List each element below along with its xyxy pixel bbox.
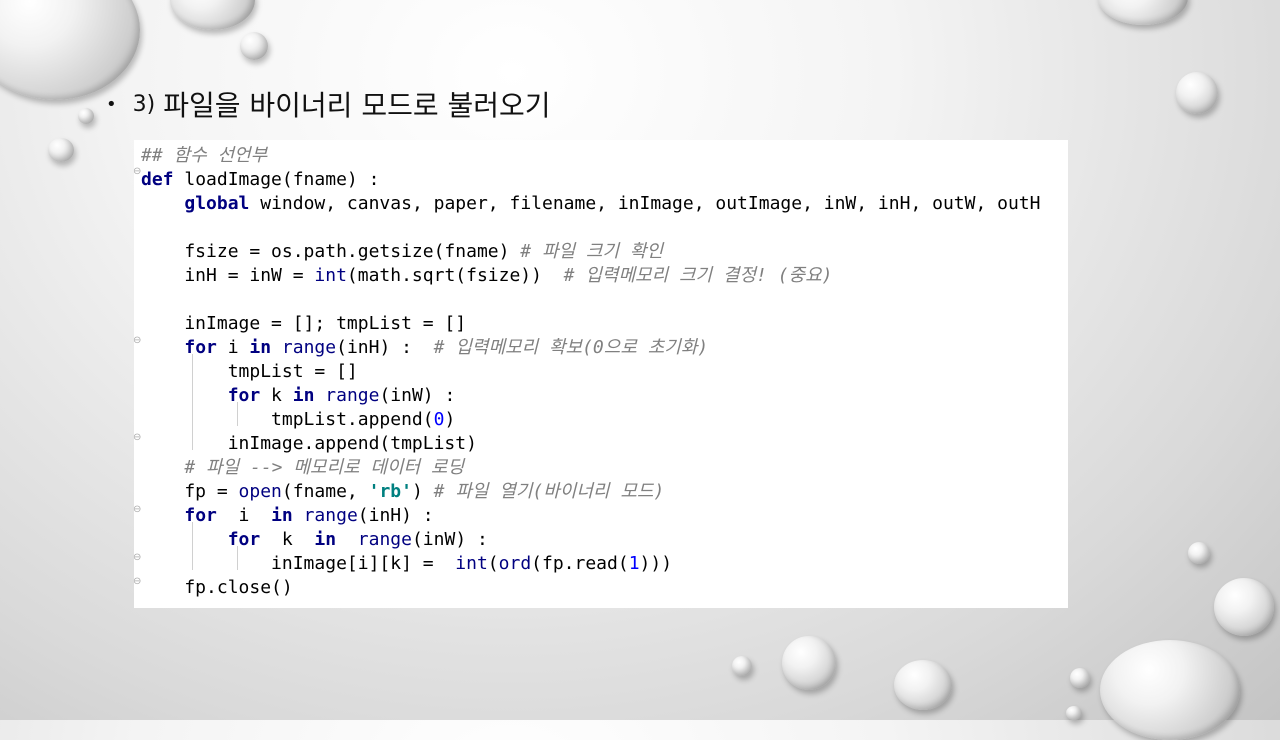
water-drop-decoration [78,108,94,124]
water-drop-decoration [782,636,836,690]
water-drop-decoration [1188,542,1210,564]
water-drop-decoration [1070,668,1090,688]
fold-marker-icon: ⊖ [133,166,142,177]
water-drop-decoration [1098,0,1188,25]
water-drop-decoration [1100,640,1240,740]
slide-bullet-heading: • 3) 파일을 바이너리 모드로 불러오기 [106,84,551,124]
water-drop-decoration [1214,578,1274,636]
indent-guide [192,354,193,450]
indent-guide [237,546,238,570]
code-listing: ## 함수 선언부 def loadImage(fname) : global … [141,145,1041,598]
fold-marker-icon: ⊖ [133,504,142,515]
indent-guide [237,402,238,426]
indent-guide [192,522,193,570]
water-drop-decoration [240,32,268,60]
fold-marker-icon: ⊖ [133,335,142,346]
water-drop-decoration [1176,72,1218,114]
bullet-number: 3) [132,91,156,117]
water-drop-decoration [732,656,752,676]
fold-marker-icon: ⊖ [133,552,142,563]
fold-marker-icon: ⊖ [133,432,142,443]
fold-marker-icon: ⊖ [133,576,142,587]
bullet-char: • [106,93,117,115]
water-drop-decoration [170,0,255,30]
code-screenshot: ## 함수 선언부 def loadImage(fname) : global … [134,140,1068,608]
water-drop-decoration [894,660,952,710]
slide-heading-text: 파일을 바이너리 모드로 불러오기 [163,89,551,122]
water-drop-decoration [48,138,74,162]
water-drop-decoration [1066,706,1082,720]
